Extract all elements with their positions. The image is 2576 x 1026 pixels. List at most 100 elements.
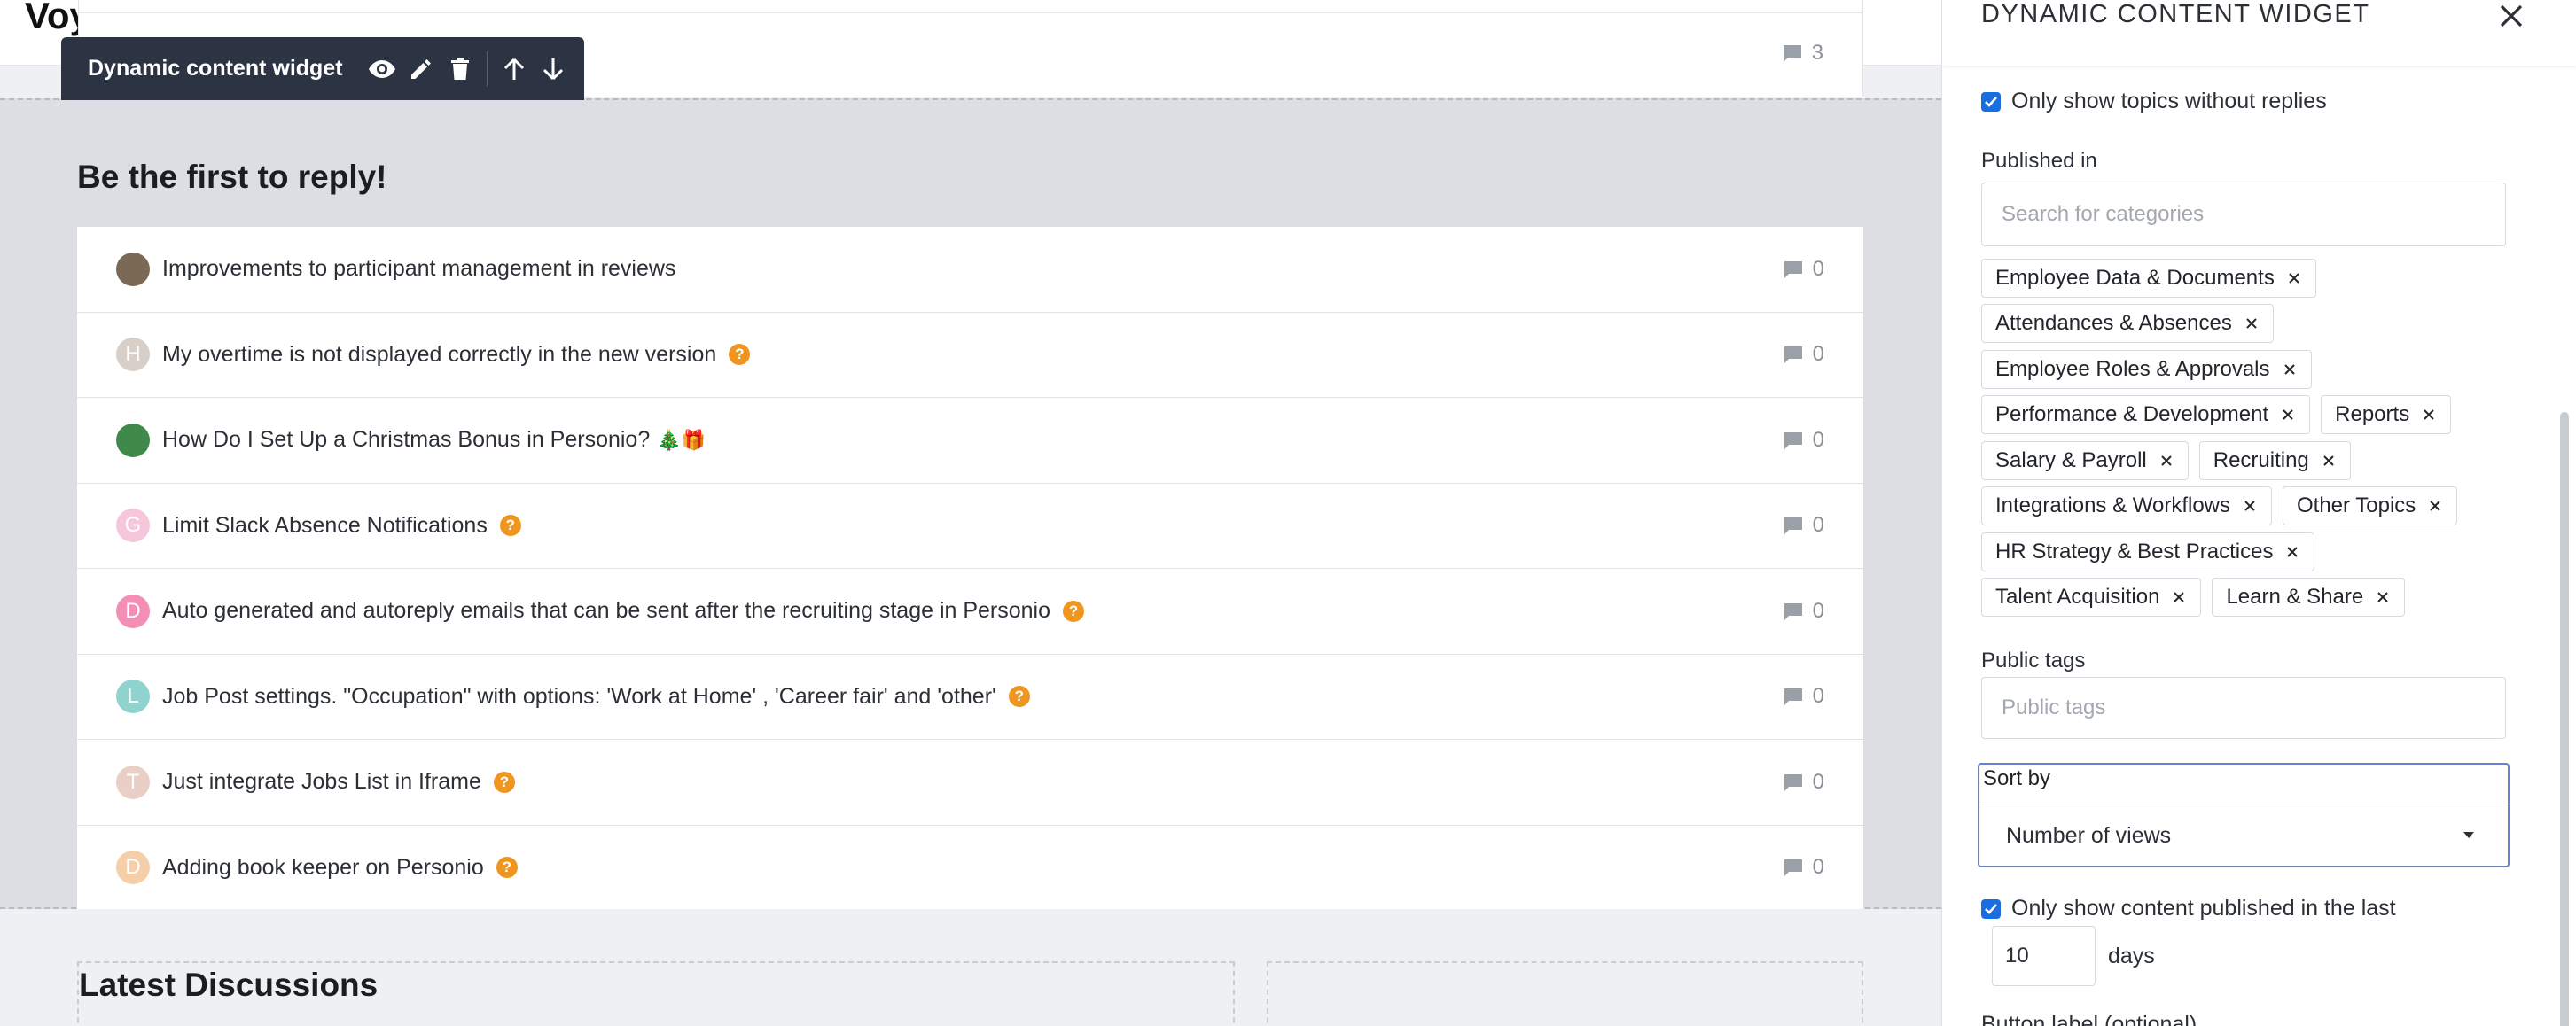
category-chip: Reports: [2321, 395, 2452, 434]
category-chip: Talent Acquisition: [1981, 578, 2202, 617]
category-search-input[interactable]: [1981, 183, 2506, 246]
days-unit-label: days: [2108, 944, 2155, 968]
category-chip: Recruiting: [2198, 441, 2351, 480]
topic-row[interactable]: T Just integrate Jobs List in Iframe? 0: [77, 740, 1863, 826]
button-label-label: Button label (optional): [1981, 1012, 2197, 1026]
public-tags-label: Public tags: [1981, 649, 2086, 672]
topic-title[interactable]: Just integrate Jobs List in Iframe: [162, 769, 481, 795]
avatar[interactable]: T: [116, 765, 150, 799]
question-icon: ?: [1063, 600, 1085, 622]
dynamic-content-widget[interactable]: Be the first to reply! Improvements to p…: [0, 98, 1941, 911]
delete-button[interactable]: [441, 50, 480, 89]
comment-icon: [1784, 346, 1802, 364]
remove-category-icon[interactable]: [2241, 497, 2259, 515]
latest-discussions-widget[interactable]: Latest Discussions: [77, 961, 1235, 1026]
category-chip: Learn & Share: [2212, 578, 2406, 617]
remove-category-icon[interactable]: [2374, 588, 2392, 606]
pencil-icon: [410, 58, 431, 79]
move-down-button[interactable]: [534, 50, 573, 89]
topic-title[interactable]: Limit Slack Absence Notifications: [162, 513, 488, 539]
avatar[interactable]: [116, 252, 150, 286]
topic-row[interactable]: L Job Post settings. "Occupation" with op…: [77, 655, 1863, 740]
arrow-up-icon: [503, 58, 524, 80]
remove-category-icon[interactable]: [2281, 361, 2299, 378]
topic-title[interactable]: Improvements to participant management i…: [162, 256, 675, 282]
category-chip: Attendances & Absences: [1981, 304, 2274, 343]
question-icon: ?: [1008, 686, 1030, 708]
reply-count: 0: [1783, 684, 1824, 709]
edit-button[interactable]: [402, 50, 441, 89]
page-canvas: Voy 3 Be the first to reply! Improvement…: [0, 0, 1941, 1026]
remove-category-icon[interactable]: [2420, 406, 2438, 424]
topic-row[interactable]: How Do I Set Up a Christmas Bonus in Per…: [77, 398, 1863, 484]
close-button[interactable]: [2492, 0, 2531, 35]
comment-icon: [1784, 431, 1802, 449]
days-input[interactable]: [1992, 926, 2096, 986]
published-in-label: Published in: [1981, 149, 2097, 173]
reply-count: 0: [1783, 513, 1824, 538]
preview-button[interactable]: [363, 50, 402, 89]
sort-by-value: Number of views: [2006, 823, 2172, 848]
topic-title[interactable]: How Do I Set Up a Christmas Bonus in Per…: [162, 427, 650, 453]
checkmark-icon: [1985, 903, 1997, 914]
only-recent-checkbox[interactable]: [1981, 898, 2001, 919]
comment-icon: [1784, 773, 1802, 791]
category-chip: Employee Data & Documents: [1981, 259, 2316, 298]
comment-icon: [1784, 688, 1802, 706]
close-icon: [2500, 4, 2523, 27]
avatar[interactable]: D: [116, 594, 150, 628]
remove-category-icon[interactable]: [2170, 588, 2188, 606]
only-no-replies-option[interactable]: Only show topics without replies: [1981, 89, 2327, 114]
reply-count: 0: [1783, 770, 1824, 795]
topic-row[interactable]: H My overtime is not displayed correctly …: [77, 313, 1863, 398]
comment-icon: [1784, 260, 1802, 278]
eye-icon: [368, 59, 395, 78]
topic-emoji: 🎄🎁: [657, 428, 706, 451]
reply-count: 0: [1783, 257, 1824, 282]
remove-category-icon[interactable]: [2320, 452, 2338, 470]
category-chip-label: Learn & Share: [2226, 585, 2364, 609]
remove-category-icon[interactable]: [2158, 452, 2175, 470]
topic-title[interactable]: My overtime is not displayed correctly i…: [162, 342, 716, 368]
topic-title[interactable]: Adding book keeper on Personio: [162, 855, 484, 881]
question-icon: ?: [729, 344, 751, 366]
avatar[interactable]: [116, 423, 150, 457]
remove-category-icon[interactable]: [2283, 543, 2301, 561]
panel-title: DYNAMIC CONTENT WIDGET: [1981, 0, 2370, 28]
comment-icon: [1784, 517, 1802, 535]
only-recent-label: Only show content published in the last: [2011, 896, 2396, 921]
remove-category-icon[interactable]: [2243, 315, 2260, 332]
reply-count-value: 0: [1812, 342, 1824, 367]
category-chip-label: Talent Acquisition: [1995, 585, 2160, 609]
category-chip-label: Performance & Development: [1995, 402, 2269, 426]
remove-category-icon[interactable]: [2279, 406, 2297, 424]
only-recent-option[interactable]: Only show content published in the last: [1981, 896, 2396, 921]
move-up-button[interactable]: [495, 50, 534, 89]
remove-category-icon[interactable]: [2285, 269, 2303, 287]
only-no-replies-checkbox[interactable]: [1981, 91, 2001, 112]
topic-title[interactable]: Auto generated and autoreply emails that…: [162, 598, 1050, 624]
public-tags-input[interactable]: [1981, 677, 2506, 739]
topic-row[interactable]: D Adding book keeper on Personio? 0: [77, 826, 1863, 911]
remove-category-icon[interactable]: [2426, 497, 2444, 515]
divider: [79, 12, 1862, 13]
avatar[interactable]: G: [116, 509, 150, 543]
arrow-down-icon: [543, 58, 563, 80]
topic-row[interactable]: D Auto generated and autoreply emails tha…: [77, 569, 1863, 655]
avatar[interactable]: L: [116, 680, 150, 714]
side-widget-placeholder[interactable]: [1267, 961, 1863, 1026]
trash-icon: [450, 57, 469, 80]
reply-count-value: 0: [1812, 427, 1824, 452]
reply-count: 0: [1783, 342, 1824, 367]
avatar[interactable]: H: [116, 338, 150, 372]
sort-by-select[interactable]: Number of views: [1979, 804, 2508, 867]
topic-title[interactable]: Job Post settings. "Occupation" with opt…: [162, 684, 996, 710]
avatar[interactable]: D: [116, 851, 150, 885]
topic-row[interactable]: G Limit Slack Absence Notifications? 0: [77, 484, 1863, 569]
topic-row[interactable]: Improvements to participant management i…: [77, 227, 1863, 313]
category-chip-label: Employee Roles & Approvals: [1995, 357, 2270, 381]
panel-scrollbar[interactable]: [2560, 412, 2569, 1026]
reply-count-value: 0: [1812, 256, 1824, 281]
category-chip: Employee Roles & Approvals: [1981, 350, 2312, 389]
category-chip-label: Other Topics: [2297, 494, 2416, 517]
